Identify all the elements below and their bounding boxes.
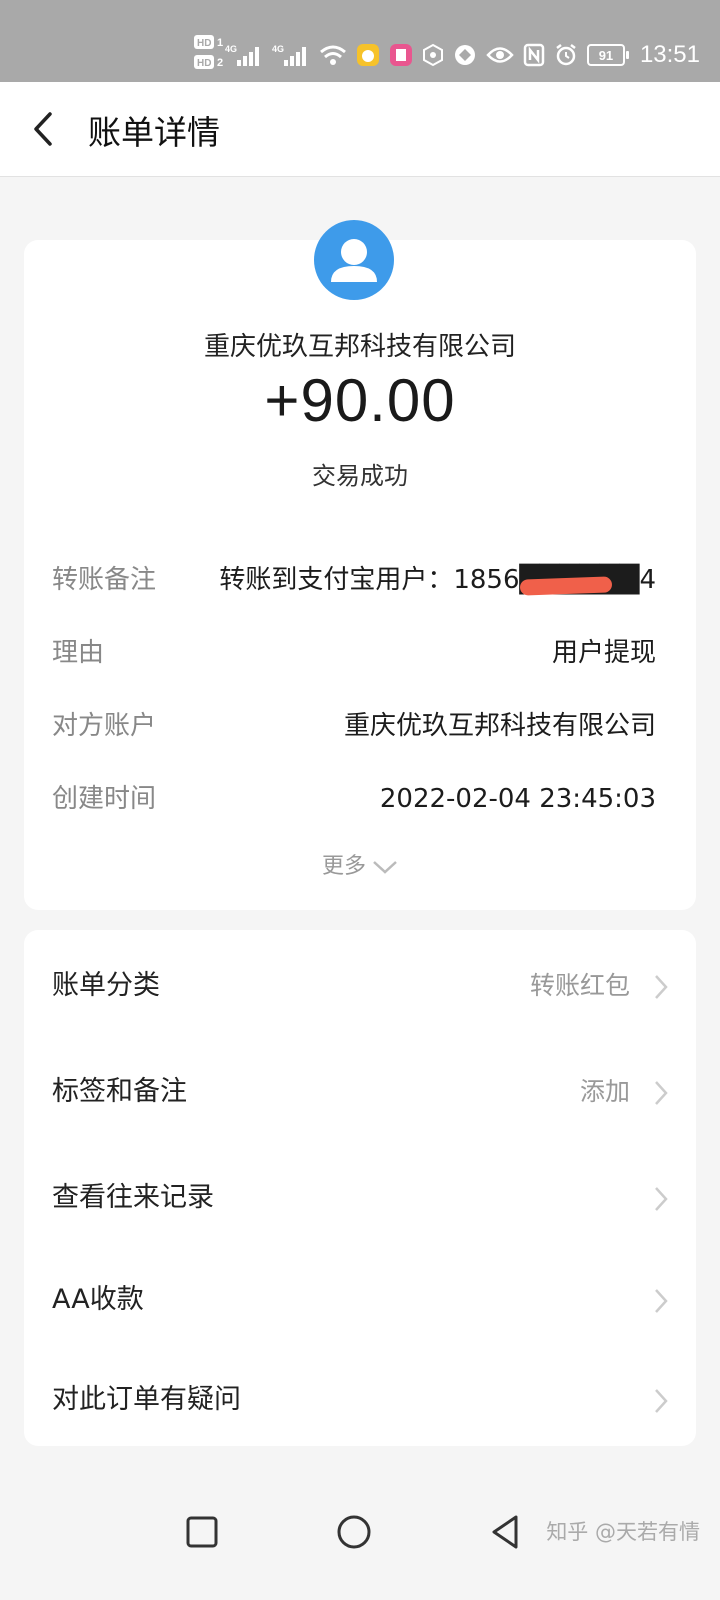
battery-level: 91 [598,47,614,63]
signal-4g-icon: 4G [225,44,259,66]
menu-item-label: 账单分类 [52,970,160,1001]
menu-item-aa-collect[interactable]: AA收款 [24,1248,696,1348]
app-icon [356,44,379,66]
detail-row-remark: 转账备注 转账到支付宝用户：1856██████4 [52,560,656,600]
nfc-icon [523,43,545,67]
back-nav-icon[interactable] [484,1510,528,1554]
chevron-right-icon [655,975,668,999]
circle-icon [454,45,475,65]
chevron-right-icon [655,1081,668,1105]
hexagon-icon [422,43,443,67]
battery-icon: 91 [586,44,629,66]
page-title: 账单详情 [88,113,220,152]
status-bar: HD 1 HD 2 4G 4G 91 13:51 [0,0,720,82]
detail-row-account: 对方账户 重庆优玖互邦科技有限公司 [52,706,656,746]
menu-item-bill-category[interactable]: 账单分类 转账红包 [24,934,696,1034]
eye-icon [486,47,514,63]
more-toggle[interactable]: 更多 [24,852,696,882]
home-icon[interactable] [332,1510,376,1554]
alarm-icon [556,44,576,66]
detail-label: 理由 [52,638,105,668]
app-icon [389,44,412,66]
redaction-mark [519,576,613,596]
transaction-amount: +90.00 [264,367,456,434]
chevron-right-icon [655,1289,668,1313]
recent-apps-icon[interactable] [180,1510,224,1554]
transaction-status: 交易成功 [312,462,408,490]
svg-text:4G: 4G [225,44,237,54]
detail-value: 2022-02-04 23:45:03 [379,784,656,814]
menu-item-value: 添加 [579,1077,630,1106]
menu-item-label: 对此订单有疑问 [52,1384,241,1415]
wifi-icon [319,45,346,65]
actions-card: 账单分类 转账红包 标签和备注 添加 查看往来记录 AA收款 对此订单有疑问 [24,930,696,1446]
page-header: 账单详情 [0,82,720,177]
menu-item-label: AA收款 [52,1284,144,1315]
menu-item-label: 查看往来记录 [52,1182,214,1213]
detail-label: 创建时间 [52,784,157,814]
svg-text:2: 2 [217,57,223,69]
hd-icon: HD 1 HD 2 [194,35,223,69]
detail-value: 重庆优玖互邦科技有限公司 [343,711,656,741]
signal-4g-icon: 4G [272,44,306,66]
svg-text:1: 1 [217,37,223,49]
detail-label: 对方账户 [52,711,157,741]
status-time: 13:51 [639,41,700,68]
chevron-right-icon [655,1389,668,1413]
svg-text:HD: HD [197,38,211,49]
counterparty-name: 重庆优玖互邦科技有限公司 [203,332,516,362]
avatar [314,220,394,300]
chevron-down-icon [373,861,397,874]
detail-row-time: 创建时间 2022-02-04 23:45:03 [52,779,656,819]
menu-item-order-question[interactable]: 对此订单有疑问 [24,1348,696,1448]
watermark: 知乎 @天若有情 [546,1520,700,1544]
more-label: 更多 [321,854,366,879]
transaction-card: 重庆优玖互邦科技有限公司 +90.00 交易成功 转账备注 转账到支付宝用户：1… [24,220,696,910]
menu-item-label: 标签和备注 [52,1076,187,1107]
menu-item-tags-notes[interactable]: 标签和备注 添加 [24,1040,696,1140]
chevron-right-icon [655,1187,668,1211]
detail-row-reason: 理由 用户提现 [52,633,656,673]
menu-item-value: 转账红包 [529,971,630,1000]
detail-value: 用户提现 [551,638,656,668]
back-icon[interactable] [24,106,64,152]
svg-text:4G: 4G [272,44,284,54]
system-nav-bar: 知乎 @天若有情 [0,1494,720,1600]
detail-label: 转账备注 [52,565,157,595]
svg-text:HD: HD [197,58,211,69]
menu-item-history[interactable]: 查看往来记录 [24,1146,696,1246]
user-icon [331,239,377,282]
